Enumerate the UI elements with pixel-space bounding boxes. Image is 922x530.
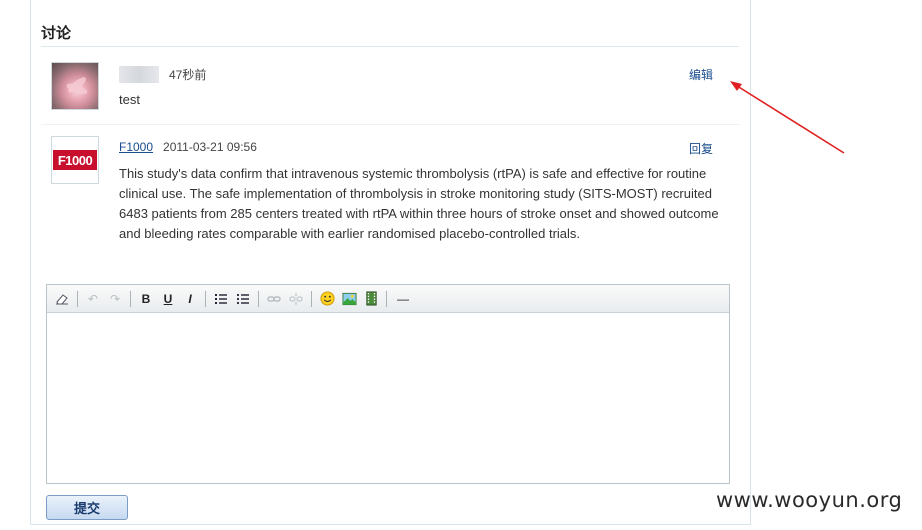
ordered-list-icon[interactable]: [212, 290, 230, 308]
discussion-panel: 讨论 47秒前 编辑 test F1000 F1000 2011-03-21 0…: [30, 0, 751, 525]
comment-item: 47秒前 编辑 test: [41, 56, 739, 125]
divider: [41, 46, 739, 47]
redo-icon[interactable]: ↷: [106, 290, 124, 308]
unlink-icon[interactable]: [287, 290, 305, 308]
rich-text-editor: ↶ ↷ B U I —: [46, 284, 730, 484]
comment-meta: 47秒前: [119, 66, 206, 83]
editor-toolbar: ↶ ↷ B U I —: [47, 285, 729, 313]
smiley-icon[interactable]: [318, 290, 336, 308]
author-name-redacted: [119, 66, 159, 83]
toolbar-separator: [77, 290, 78, 307]
image-icon[interactable]: [340, 290, 358, 308]
comment-text: test: [119, 92, 140, 107]
toolbar-separator: [386, 290, 387, 307]
link-icon[interactable]: [265, 290, 283, 308]
submit-button[interactable]: 提交: [46, 495, 128, 520]
eraser-icon[interactable]: [53, 290, 71, 308]
section-title: 讨论: [41, 24, 72, 42]
f1000-logo: F1000: [53, 150, 97, 170]
undo-icon[interactable]: ↶: [84, 290, 102, 308]
comment-time: 2011-03-21 09:56: [163, 140, 257, 154]
toolbar-separator: [258, 290, 259, 307]
video-icon[interactable]: [362, 290, 380, 308]
watermark: www.wooyun.org: [716, 488, 903, 512]
underline-button[interactable]: U: [159, 290, 177, 308]
bold-button[interactable]: B: [137, 290, 155, 308]
comment-text: This study's data confirm that intraveno…: [119, 166, 719, 241]
unordered-list-icon[interactable]: [234, 290, 252, 308]
avatar[interactable]: F1000: [51, 136, 99, 184]
reply-link[interactable]: 回复: [689, 140, 713, 157]
avatar[interactable]: [51, 62, 99, 110]
author-link[interactable]: F1000: [119, 140, 153, 154]
italic-button[interactable]: I: [181, 290, 199, 308]
toolbar-separator: [205, 290, 206, 307]
toolbar-separator: [311, 290, 312, 307]
toolbar-separator: [130, 290, 131, 307]
edit-link[interactable]: 编辑: [689, 66, 713, 83]
comment-item: F1000 F1000 2011-03-21 09:56 回复 This stu…: [41, 130, 739, 270]
comment-meta: F1000 2011-03-21 09:56: [119, 140, 257, 154]
annotation-arrow: [730, 81, 845, 154]
horizontal-rule-button[interactable]: —: [393, 290, 413, 308]
comment-time: 47秒前: [169, 68, 207, 82]
editor-content-area[interactable]: [47, 313, 729, 483]
